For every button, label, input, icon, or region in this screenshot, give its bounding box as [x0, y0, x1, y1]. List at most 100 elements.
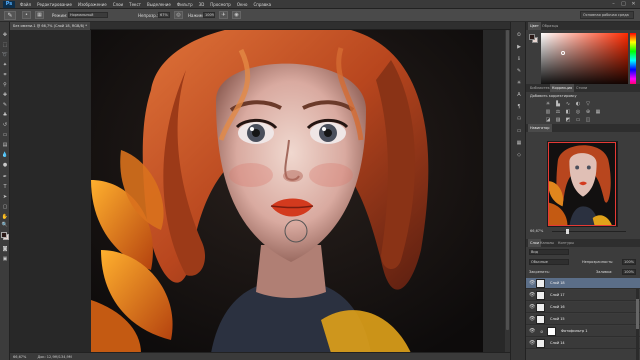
eraser-tool-icon[interactable]: ▭	[1, 132, 9, 139]
blur-tool-icon[interactable]: 💧	[1, 152, 9, 159]
clone-source-icon[interactable]: ⚇	[515, 116, 523, 123]
layer-mask-thumbnail[interactable]	[547, 327, 556, 336]
layers-scrollbar[interactable]	[636, 289, 639, 360]
navigator-view-frame[interactable]	[548, 142, 616, 226]
blend-mode-select[interactable]: Обычные	[529, 259, 569, 265]
workspace-select[interactable]: Основная рабочая среда	[580, 11, 634, 19]
size-pressure-icon[interactable]: ◉	[232, 11, 241, 19]
levels-icon[interactable]: ▙	[554, 101, 562, 107]
close-button[interactable]: ✕	[630, 1, 637, 7]
eyedropper-tool-icon[interactable]: ⚲	[1, 82, 9, 89]
maximize-button[interactable]: □	[620, 1, 627, 7]
fill-input[interactable]: 100%	[622, 269, 636, 275]
path-select-tool-icon[interactable]: ➤	[1, 194, 9, 201]
navigator-zoom-value[interactable]: 66,67%	[530, 229, 543, 233]
menu-image[interactable]: Изображение	[78, 2, 107, 7]
tab-navigator[interactable]: Навигатор	[528, 124, 552, 132]
brush-size-icon[interactable]: •	[22, 11, 31, 19]
color-lookup-icon[interactable]: ▦	[594, 109, 602, 115]
actions-icon[interactable]: ▶	[515, 44, 523, 51]
hue-slider[interactable]	[630, 33, 636, 88]
opacity-pressure-icon[interactable]: ◎	[174, 11, 183, 19]
tab-channels[interactable]: Каналы	[538, 239, 556, 247]
menu-file[interactable]: Файл	[20, 2, 31, 7]
hue-saturation-icon[interactable]: ▥	[544, 109, 552, 115]
quick-mask-icon[interactable]: ◙	[1, 246, 9, 253]
move-tool-icon[interactable]: ✥	[1, 32, 9, 39]
layer-name[interactable]: Фотофильтр 1	[561, 329, 588, 333]
color-balance-icon[interactable]: ⚖	[554, 109, 562, 115]
invert-icon[interactable]: ◪	[544, 117, 552, 123]
photo-filter-icon[interactable]: ◎	[574, 109, 582, 115]
canvas-area[interactable]	[10, 30, 510, 353]
screen-mode-icon[interactable]: ▣	[1, 256, 9, 263]
navigator-zoom-slider[interactable]	[552, 231, 626, 232]
character-icon[interactable]: A	[515, 92, 523, 99]
menu-view[interactable]: Просмотр	[210, 2, 231, 7]
menu-edit[interactable]: Редактирование	[37, 2, 72, 7]
visibility-eye-icon[interactable]: 👁	[529, 316, 535, 322]
brush-preset-icon[interactable]: ✎	[4, 11, 16, 20]
pen-tool-icon[interactable]: ✒	[1, 174, 9, 181]
navigator-zoom-knob[interactable]	[566, 229, 569, 234]
menu-help[interactable]: Справка	[253, 2, 271, 7]
history-icon[interactable]: ⏲	[515, 32, 523, 39]
vibrance-icon[interactable]: ▽	[584, 101, 592, 107]
menu-layers[interactable]: Слои	[113, 2, 123, 7]
layer-filter-select[interactable]: Вид	[529, 249, 569, 255]
tab-paths[interactable]: Контуры	[556, 239, 576, 247]
channel-mixer-icon[interactable]: ⊕	[584, 109, 592, 115]
visibility-eye-icon[interactable]: 👁	[529, 280, 535, 286]
type-tool-icon[interactable]: T	[1, 184, 9, 191]
dodge-tool-icon[interactable]: ●	[1, 162, 9, 169]
hand-tool-icon[interactable]: ✋	[1, 214, 9, 221]
selective-color-icon[interactable]: ◫	[584, 117, 592, 123]
menu-filter[interactable]: Фильтр	[177, 2, 193, 7]
paragraph-icon[interactable]: ¶	[515, 104, 523, 111]
curves-icon[interactable]: ∿	[564, 101, 572, 107]
pressure-input[interactable]: 100%	[203, 12, 215, 18]
crop-tool-icon[interactable]: ⌗	[1, 72, 9, 79]
layer-row[interactable]: 👁 Слой 15	[526, 314, 640, 325]
airbrush-icon[interactable]: ✈	[219, 11, 228, 19]
exposure-icon[interactable]: ◐	[574, 101, 582, 107]
layer-name[interactable]: Слой 17	[550, 293, 565, 297]
menu-select[interactable]: Выделение	[147, 2, 171, 7]
tab-adjustments[interactable]: Коррекция	[550, 84, 575, 92]
minimize-button[interactable]: –	[610, 1, 617, 7]
layer-name[interactable]: Слой 16	[550, 305, 565, 309]
visibility-eye-icon[interactable]: 👁	[529, 292, 535, 298]
mode-select[interactable]: Нормальный	[68, 12, 108, 18]
brush-tool-icon[interactable]: ✎	[1, 102, 9, 109]
layer-row[interactable]: 👁 Слой 18	[526, 278, 640, 289]
layer-name[interactable]: Слой 15	[550, 317, 565, 321]
black-white-icon[interactable]: ◧	[564, 109, 572, 115]
menu-type[interactable]: Текст	[129, 2, 141, 7]
visibility-eye-icon[interactable]: 👁	[529, 304, 535, 310]
opacity-input[interactable]: 67%	[158, 12, 170, 18]
color-panel-foreground-swatch[interactable]	[529, 34, 535, 40]
threshold-icon[interactable]: ◩	[564, 117, 572, 123]
healing-tool-icon[interactable]: ✚	[1, 92, 9, 99]
visibility-eye-icon[interactable]: 👁	[529, 328, 535, 334]
timeline-icon[interactable]: ▭	[515, 128, 523, 135]
visibility-eye-icon[interactable]: 👁	[529, 340, 535, 346]
layer-opacity-input[interactable]: 100%	[622, 259, 636, 265]
menu-window[interactable]: Окно	[237, 2, 248, 7]
lasso-tool-icon[interactable]: ➰	[1, 52, 9, 59]
brightness-icon[interactable]: ☀	[544, 101, 552, 107]
tab-swatches[interactable]: Образцы	[540, 22, 560, 30]
foreground-color-swatch[interactable]	[1, 232, 7, 238]
layer-name[interactable]: Слой 14	[550, 341, 565, 345]
brush-panel-icon[interactable]: ▦	[35, 11, 44, 19]
document-tab[interactable]: Без имени-1 @ 66,7% (Слой 18, RGB/8) *	[10, 22, 91, 30]
artwork-canvas[interactable]	[91, 30, 483, 353]
properties-icon[interactable]: ℹ	[515, 56, 523, 63]
layer-row[interactable]: 👁 Слой 14	[526, 338, 640, 349]
gradient-tool-icon[interactable]: ▤	[1, 142, 9, 149]
shape-tool-icon[interactable]: ▢	[1, 204, 9, 211]
status-zoom[interactable]: 66,67%	[13, 355, 26, 359]
history-brush-tool-icon[interactable]: ↺	[1, 122, 9, 129]
zoom-tool-icon[interactable]: 🔍	[1, 222, 9, 229]
scrollbar-thumb[interactable]	[506, 30, 509, 330]
